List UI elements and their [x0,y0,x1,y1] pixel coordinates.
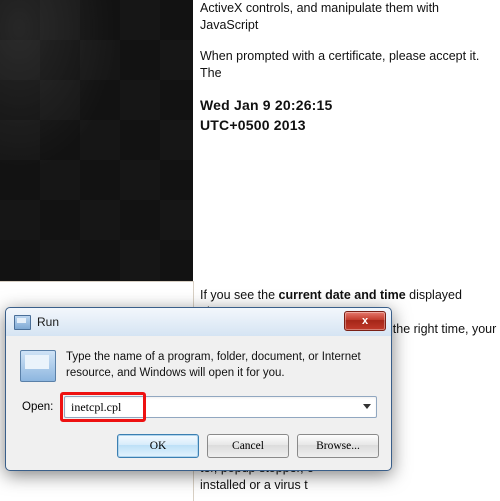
dialog-title: Run [37,315,59,329]
run-icon [14,315,31,330]
clock-line1: Wed Jan 9 20:26:15 [200,96,500,115]
clock-line2: UTC+0500 2013 [200,116,500,135]
close-icon: x [362,315,368,327]
open-combobox[interactable] [64,396,377,418]
button-row: OK Cancel Browse... [6,424,391,470]
run-dialog: Run x Type the name of a program, folder… [5,307,392,471]
dialog-description: Type the name of a program, folder, docu… [66,350,377,382]
open-label: Open: [20,401,64,413]
close-button[interactable]: x [344,311,386,331]
cancel-button[interactable]: Cancel [207,434,289,458]
desktop-wallpaper [0,0,193,281]
chevron-down-icon[interactable] [363,404,371,409]
body-text: When prompted with a certificate, please… [200,48,500,82]
body-text: ActiveX controls, and manipulate them wi… [200,0,500,34]
run-large-icon [20,350,56,382]
titlebar[interactable]: Run x [6,308,391,336]
browse-button[interactable]: Browse... [297,434,379,458]
ok-button[interactable]: OK [117,434,199,458]
open-input[interactable] [64,396,377,418]
